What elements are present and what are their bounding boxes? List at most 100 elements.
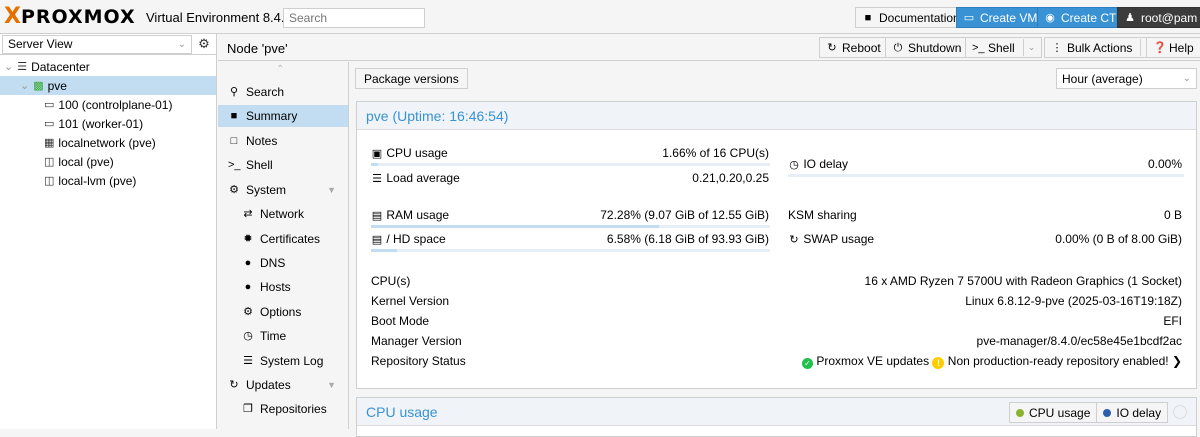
hd-space-row: ▤ / HD space bbox=[371, 232, 446, 246]
cube-icon: ◉ bbox=[1045, 11, 1055, 24]
hd-space-fill bbox=[371, 249, 398, 252]
boot-mode-label: Boot Mode bbox=[371, 314, 430, 328]
legend-item-cpu-usage[interactable]: CPU usage bbox=[1010, 403, 1096, 422]
cpu-chart-panel: CPU usage CPU usage IO delay bbox=[356, 397, 1197, 437]
io-delay-label: IO delay bbox=[803, 157, 849, 171]
nav-item-summary[interactable]: ■ Summary bbox=[218, 105, 348, 127]
hdd-icon: ▤ bbox=[371, 234, 383, 246]
nav-item-search[interactable]: ⚲ Search bbox=[218, 81, 348, 103]
package-versions-label: Package versions bbox=[364, 71, 459, 86]
node-nav: ⌃ ⚲ Search ■ Summary □ Notes >_ Shell ⚙ … bbox=[218, 62, 349, 429]
collapse-caret-icon: ⌄ bbox=[20, 80, 30, 92]
repo-ok-text: Proxmox VE updates bbox=[816, 354, 930, 368]
cpu-usage-bar bbox=[371, 163, 770, 166]
repository-status-value[interactable]: ✓ Proxmox VE updates ! Non production-re… bbox=[802, 354, 1182, 369]
storage-icon: ◫ bbox=[44, 175, 55, 187]
boot-mode-value: EFI bbox=[1163, 314, 1182, 328]
tree-item-datacenter[interactable]: ⌄ ☰ Datacenter bbox=[0, 57, 216, 76]
reboot-icon: ↻ bbox=[827, 41, 837, 54]
tree-item-label: 101 (worker-01) bbox=[58, 116, 144, 131]
documentation-button[interactable]: ■ Documentation bbox=[855, 7, 967, 28]
tree-item-local-lvm[interactable]: ◫ local-lvm (pve) bbox=[0, 171, 216, 190]
user-menu-button[interactable]: ♟ root@pam ⌄ bbox=[1117, 7, 1200, 28]
list-icon: ☰ bbox=[243, 355, 253, 367]
create-vm-button[interactable]: ▭ Create VM bbox=[956, 7, 1045, 28]
nav-item-time[interactable]: ◷ Time bbox=[218, 325, 348, 347]
ksm-sharing-label: KSM sharing bbox=[788, 208, 857, 222]
tree-item-local[interactable]: ◫ local (pve) bbox=[0, 152, 216, 171]
top-bar: X PROXMOX Virtual Environment 8.4.0 ■ Do… bbox=[0, 0, 1200, 34]
gear-icon[interactable]: ⚙ bbox=[194, 36, 214, 52]
manager-version-label: Manager Version bbox=[371, 334, 462, 348]
collapse-caret-icon: ⌄ bbox=[4, 61, 14, 73]
help-button[interactable]: ❓ Help bbox=[1146, 37, 1200, 58]
cpu-usage-row: ▣ CPU usage bbox=[371, 146, 448, 160]
tree-item-vm-101[interactable]: ▭ 101 (worker-01) bbox=[0, 114, 216, 133]
shell-button[interactable]: >_ Shell ⌄ bbox=[965, 37, 1043, 58]
server-view-select[interactable]: Server View ⌄ bbox=[2, 34, 192, 54]
page-title: Node 'pve' bbox=[227, 41, 288, 56]
nav-item-label: Options bbox=[260, 305, 302, 319]
nav-item-label: Updates bbox=[246, 378, 291, 392]
terminal-icon: >_ bbox=[228, 159, 241, 171]
reboot-button[interactable]: ↻ Reboot bbox=[819, 37, 888, 58]
storage-icon: ◫ bbox=[44, 156, 55, 168]
globe-icon: ● bbox=[244, 257, 252, 269]
bulk-actions-button[interactable]: ⋮ Bulk Actions ⌄ bbox=[1044, 37, 1160, 58]
chart-undo-zoom-icon[interactable] bbox=[1173, 405, 1187, 419]
gear-icon: ⚙ bbox=[243, 306, 253, 318]
tree-item-pve[interactable]: ⌄ ▩ pve bbox=[0, 76, 216, 95]
grid-icon: ▦ bbox=[44, 137, 55, 149]
hd-space-value: 6.58% (6.18 GiB of 93.93 GiB) bbox=[606, 232, 769, 246]
ram-usage-fill bbox=[371, 225, 660, 228]
nav-item-system-log[interactable]: ☰ System Log bbox=[218, 350, 348, 372]
status-panel: pve (Uptime: 16:46:54) ▣ CPU usage 1.66%… bbox=[356, 101, 1197, 389]
tree-item-vm-100[interactable]: ▭ 100 (controlplane-01) bbox=[0, 95, 216, 114]
create-vm-label: Create VM bbox=[980, 10, 1038, 25]
nav-item-label: Certificates bbox=[260, 232, 321, 246]
global-search-input[interactable] bbox=[283, 8, 425, 28]
nav-item-certificates[interactable]: ✹ Certificates bbox=[218, 228, 348, 250]
legend-dot-io bbox=[1103, 408, 1112, 417]
proxmox-logo[interactable]: X PROXMOX bbox=[4, 6, 136, 29]
nav-item-repositories[interactable]: ❐ Repositories bbox=[218, 398, 348, 420]
nav-item-options[interactable]: ⚙ Options bbox=[218, 301, 348, 323]
legend-item-io-delay[interactable]: IO delay bbox=[1096, 403, 1167, 422]
book-icon: ■ bbox=[864, 11, 872, 24]
create-ct-label: Create CT bbox=[1061, 10, 1117, 25]
node-header: Node 'pve' ↻ Reboot ⏻ Shutdown >_ Shell … bbox=[218, 34, 1200, 61]
nav-item-network[interactable]: ⇄ Network bbox=[218, 203, 348, 225]
shutdown-button[interactable]: ⏻ Shutdown bbox=[885, 37, 969, 58]
version-label: Virtual Environment 8.4.0 bbox=[146, 10, 292, 25]
question-circle-icon: ❓ bbox=[1153, 41, 1167, 54]
cpu-icon: ▣ bbox=[371, 148, 383, 160]
certificate-icon: ✹ bbox=[243, 233, 253, 245]
scroll-up-icon[interactable]: ⌃ bbox=[276, 64, 284, 75]
ram-usage-row: ▤ RAM usage bbox=[371, 208, 449, 222]
nav-item-shell[interactable]: >_ Shell bbox=[218, 154, 348, 176]
package-versions-button[interactable]: Package versions bbox=[355, 68, 468, 89]
repository-status-label: Repository Status bbox=[371, 354, 466, 368]
ram-usage-label: RAM usage bbox=[386, 208, 450, 222]
chevron-down-icon: ⌄ bbox=[177, 38, 186, 50]
nav-item-label: Shell bbox=[246, 158, 273, 172]
ram-usage-bar bbox=[371, 225, 770, 228]
io-delay-value: 0.00% bbox=[1147, 157, 1182, 171]
timeframe-select[interactable]: Hour (average) ⌄ bbox=[1056, 68, 1197, 89]
nav-item-system[interactable]: ⚙ System ▼ bbox=[218, 179, 348, 201]
nav-item-label: Summary bbox=[246, 109, 298, 123]
memory-icon: ▤ bbox=[371, 210, 383, 222]
nav-item-hosts[interactable]: ● Hosts bbox=[218, 276, 348, 298]
create-ct-button[interactable]: ◉ Create CT bbox=[1037, 7, 1124, 28]
nav-item-updates[interactable]: ↻ Updates ▼ bbox=[218, 374, 348, 396]
tree-item-label: pve bbox=[47, 78, 67, 93]
chevron-down-icon[interactable]: ⌄ bbox=[1022, 39, 1035, 56]
help-label: Help bbox=[1169, 40, 1194, 55]
swap-usage-label: SWAP usage bbox=[803, 232, 875, 246]
nav-item-notes[interactable]: □ Notes bbox=[218, 130, 348, 152]
node-icon: ▩ bbox=[33, 80, 44, 92]
load-average-label: Load average bbox=[386, 171, 460, 185]
nav-item-dns[interactable]: ● DNS bbox=[218, 252, 348, 274]
vm-running-icon: ▭ bbox=[44, 99, 55, 111]
tree-item-localnetwork[interactable]: ▦ localnetwork (pve) bbox=[0, 133, 216, 152]
